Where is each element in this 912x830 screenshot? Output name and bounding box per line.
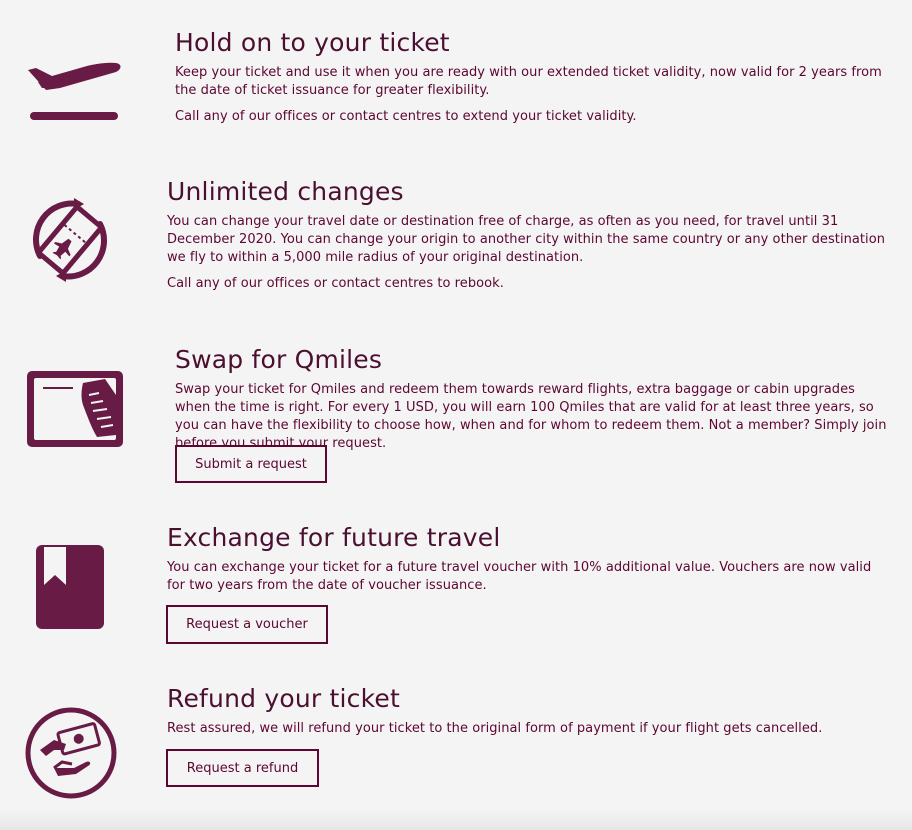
section-text: Keep your ticket and use it when you are… [175,65,882,98]
section-refund-ticket: Refund your ticket Rest assured, we will… [0,660,912,810]
section-content: Exchange for future travel You can excha… [167,523,892,595]
section-unlimited-changes: Unlimited changes You can change your tr… [0,150,912,320]
section-title: Exchange for future travel [167,523,501,552]
qmiles-card-icon [27,371,123,447]
voucher-book-icon [36,545,104,629]
request-refund-button[interactable]: Request a refund [166,749,319,787]
bottom-divider [0,810,912,830]
ticket-change-icon [26,196,114,284]
section-content: Swap for Qmiles Swap your ticket for Qmi… [175,345,890,453]
airplane-takeoff-icon [26,60,122,126]
refund-money-icon [24,706,118,800]
section-text: Call any of our offices or contact centr… [167,276,504,291]
section-title: Swap for Qmiles [175,345,383,374]
section-exchange-future-travel: Exchange for future travel You can excha… [0,500,912,660]
section-title: Refund your ticket [167,684,400,713]
section-content: Unlimited changes You can change your tr… [167,177,892,293]
section-text: Swap your ticket for Qmiles and redeem t… [175,382,887,451]
section-text: Rest assured, we will refund your ticket… [167,721,823,736]
section-content: Hold on to your ticket Keep your ticket … [175,28,890,126]
submit-request-button[interactable]: Submit a request [175,445,327,483]
section-content: Refund your ticket Rest assured, we will… [167,684,892,738]
section-swap-qmiles: Swap for Qmiles Swap your ticket for Qmi… [0,320,912,500]
section-text: Call any of our offices or contact centr… [175,109,637,124]
section-title: Hold on to your ticket [175,28,450,57]
section-hold-ticket: Hold on to your ticket Keep your ticket … [0,0,912,150]
section-title: Unlimited changes [167,177,404,206]
section-text: You can exchange your ticket for a futur… [167,560,872,593]
request-voucher-button[interactable]: Request a voucher [166,605,328,644]
section-text: You can change your travel date or desti… [167,214,886,265]
